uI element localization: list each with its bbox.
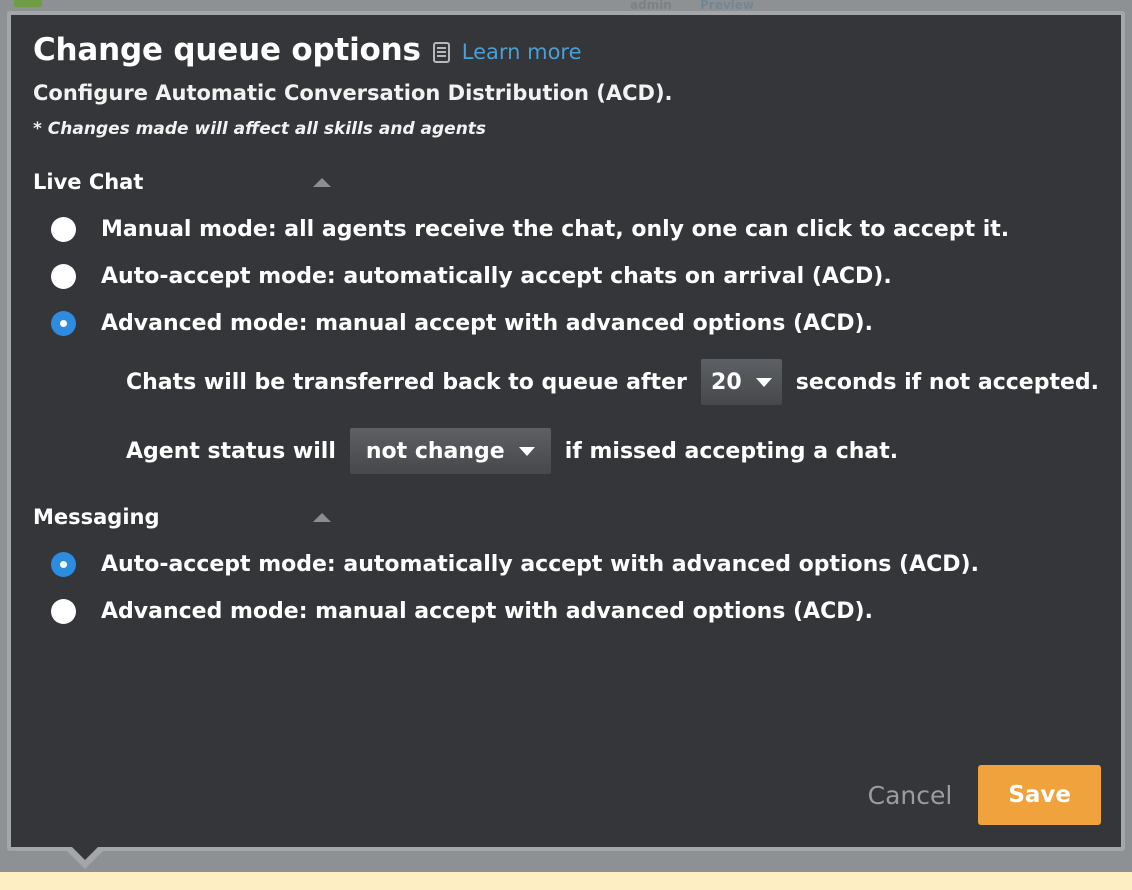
transfer-timeout-select[interactable]: 20 — [700, 359, 782, 406]
radio-auto-accept[interactable] — [51, 264, 76, 290]
agent-status-suffix: if missed accepting a chat. — [564, 438, 899, 464]
section-header-messaging[interactable]: Messaging — [33, 504, 1099, 530]
option-row-msg-advanced[interactable]: Advanced mode: manual accept with advanc… — [33, 599, 1099, 625]
screen: admin Preview Change queue options Learn… — [0, 0, 1132, 890]
background-top-strip — [0, 0, 1132, 11]
popover-tail — [68, 843, 102, 860]
change-queue-options-popover: Change queue options Learn more Configur… — [7, 11, 1125, 851]
transfer-timeout-prefix: Chats will be transferred back to queue … — [126, 369, 687, 395]
option-row-advanced[interactable]: Advanced mode: manual accept with advanc… — [33, 311, 1099, 337]
agent-status-select[interactable]: not change — [349, 428, 551, 475]
chevron-up-icon[interactable] — [313, 177, 331, 187]
popover-header: Change queue options Learn more — [33, 33, 1099, 67]
option-label-msg-advanced: Advanced mode: manual accept with advanc… — [101, 599, 873, 625]
radio-advanced[interactable] — [51, 311, 76, 337]
popover-subtitle: Configure Automatic Conversation Distrib… — [33, 81, 673, 106]
agent-status-value: not change — [365, 438, 505, 464]
section-title-live-chat: Live Chat — [33, 170, 144, 195]
option-row-auto-accept[interactable]: Auto-accept mode: automatically accept c… — [33, 264, 1099, 290]
radio-msg-auto-accept[interactable] — [51, 552, 76, 578]
document-icon — [432, 41, 450, 63]
option-row-msg-auto-accept[interactable]: Auto-accept mode: automatically accept w… — [33, 552, 1099, 578]
background-green-indicator — [14, 0, 42, 7]
option-label-advanced: Advanced mode: manual accept with advanc… — [101, 311, 873, 337]
popover-note: * Changes made will affect all skills an… — [33, 119, 487, 140]
chevron-up-icon[interactable] — [313, 512, 331, 522]
sub-row-agent-status: Agent status will not change if missed a… — [126, 428, 1099, 475]
background-bottom-strip — [0, 872, 1132, 890]
transfer-timeout-suffix: seconds if not accepted. — [795, 369, 1099, 395]
transfer-timeout-value: 20 — [711, 369, 742, 395]
option-label-manual: Manual mode: all agents receive the chat… — [101, 217, 1010, 243]
section-title-messaging: Messaging — [33, 505, 160, 530]
sub-row-transfer-timeout: Chats will be transferred back to queue … — [126, 359, 1099, 406]
page-title: Change queue options — [33, 32, 421, 68]
option-row-manual[interactable]: Manual mode: all agents receive the chat… — [33, 217, 1099, 243]
popover-footer: Cancel Save — [864, 765, 1101, 825]
agent-status-prefix: Agent status will — [126, 438, 336, 464]
section-header-live-chat[interactable]: Live Chat — [33, 169, 1099, 195]
radio-manual[interactable] — [51, 217, 76, 243]
cancel-button[interactable]: Cancel — [864, 773, 957, 818]
chevron-down-icon — [755, 377, 772, 387]
background-mid-strip — [0, 852, 1132, 872]
section-live-chat: Live Chat Manual mode: all agents receiv… — [33, 169, 1099, 475]
learn-more-link[interactable]: Learn more — [462, 40, 582, 64]
save-button[interactable]: Save — [978, 765, 1101, 825]
section-messaging: Messaging Auto-accept mode: automaticall… — [33, 504, 1099, 625]
option-label-msg-auto-accept: Auto-accept mode: automatically accept w… — [101, 552, 979, 578]
option-label-auto-accept: Auto-accept mode: automatically accept c… — [101, 264, 892, 290]
radio-msg-advanced[interactable] — [51, 599, 76, 625]
chevron-down-icon — [518, 446, 535, 456]
